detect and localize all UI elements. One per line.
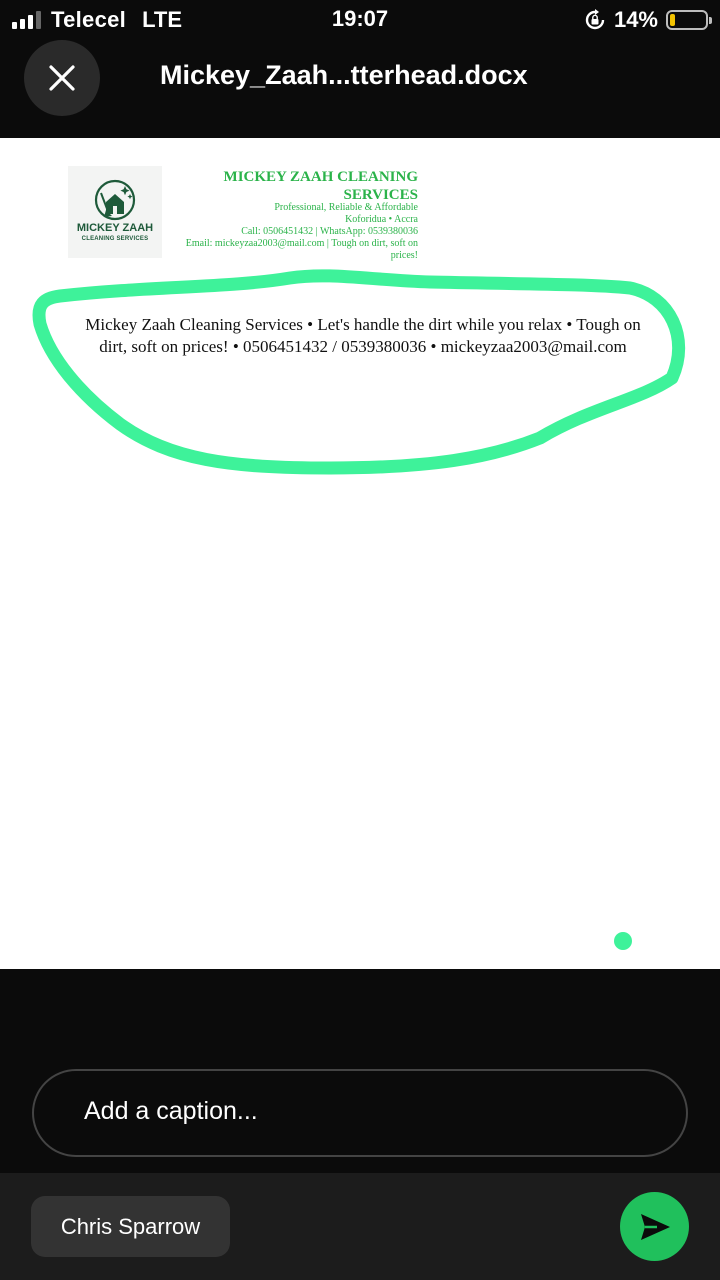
letterhead-title-line1: MICKEY ZAAH CLEANING: [223, 169, 418, 185]
battery-fill: [670, 14, 675, 26]
close-icon: [49, 65, 75, 91]
caption-placeholder: Add a caption...: [84, 1097, 258, 1125]
send-button[interactable]: [620, 1192, 689, 1261]
battery-percent: 14%: [613, 7, 658, 32]
company-logo: MICKEY ZAAH CLEANING SERVICES: [68, 166, 162, 258]
letterhead-email-line1: Email: mickeyzaa2003@mail.com | Tough on…: [185, 238, 418, 249]
file-title: Mickey_Zaah...tterhead.docx: [160, 60, 528, 90]
caption-input[interactable]: Add a caption...: [32, 1069, 688, 1157]
send-icon: [640, 1213, 670, 1240]
logo-subtitle: CLEANING SERVICES: [81, 236, 149, 242]
status-bar: Telecel LTE 19:07 14%: [0, 0, 720, 40]
rotation-lock-icon: [585, 9, 605, 30]
status-right: 14%: [584, 6, 712, 34]
markup-annotation: [32, 269, 686, 950]
letterhead-tagline: Professional, Reliable & Affordable: [274, 202, 418, 213]
close-button[interactable]: [24, 40, 100, 116]
document-preview[interactable]: MICKEY ZAAH CLEANING SERVICES MICKEY ZAA…: [0, 138, 720, 969]
recipient-chip[interactable]: Chris Sparrow: [31, 1196, 230, 1257]
annotation-dot: [614, 932, 632, 950]
logo-name: MICKEY ZAAH: [76, 222, 154, 234]
bottom-bar: Chris Sparrow: [0, 1173, 720, 1280]
house-broom-logo-icon: [94, 179, 136, 221]
letterhead-location: Koforidua • Accra: [345, 214, 418, 225]
header: Mickey_Zaah...tterhead.docx: [0, 40, 720, 138]
highlight-loop-stroke: [32, 269, 686, 475]
document-body-text: Mickey Zaah Cleaning Services • Let's ha…: [85, 315, 641, 356]
caption-area: Add a caption...: [0, 969, 720, 1173]
letterhead-email-line2: prices!: [390, 250, 418, 261]
letterhead-phones: Call: 0506451432 | WhatsApp: 0539380036: [241, 226, 418, 237]
battery-icon: [666, 10, 712, 30]
battery-nub: [709, 17, 712, 24]
